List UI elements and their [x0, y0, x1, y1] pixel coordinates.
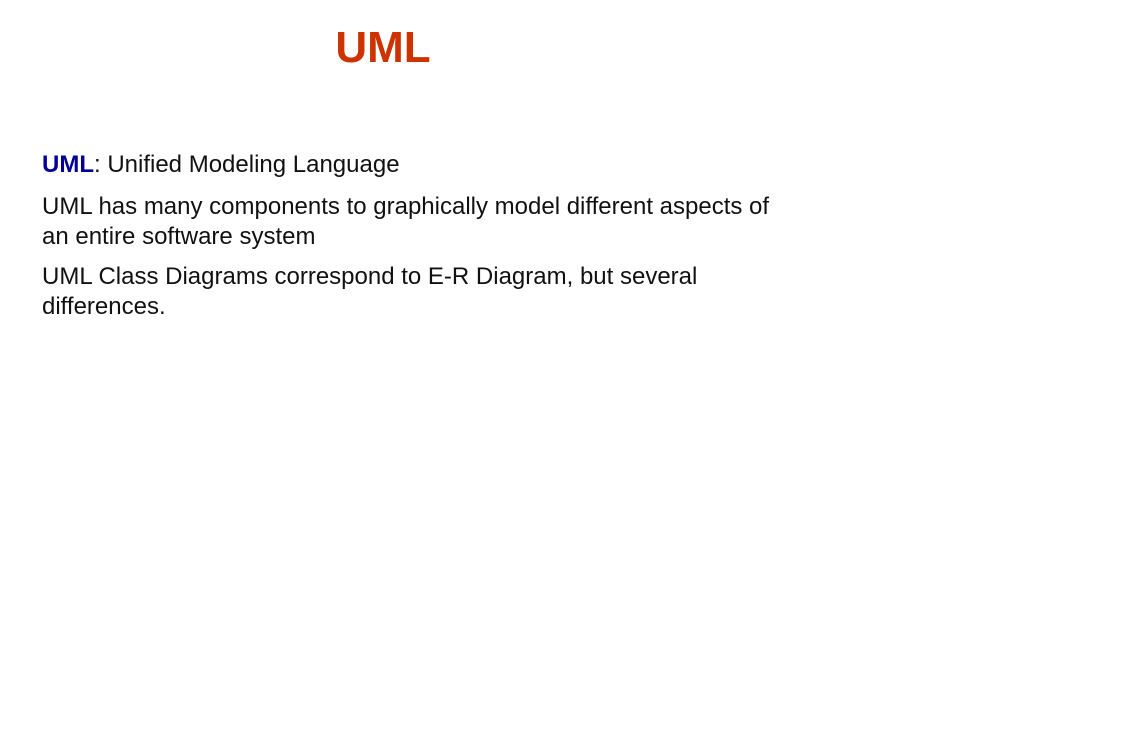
- slide: UML UML: Unified Modeling Language UML h…: [0, 0, 1121, 750]
- uml-term: UML: [42, 151, 94, 178]
- slide-title: UML: [335, 23, 431, 72]
- definition-paragraph: UML: Unified Modeling Language: [42, 150, 802, 180]
- slide-body: UML: Unified Modeling Language UML has m…: [42, 150, 802, 332]
- components-paragraph: UML has many components to graphically m…: [42, 193, 770, 250]
- definition-text: : Unified Modeling Language: [93, 151, 400, 178]
- class-diagrams-paragraph: UML Class Diagrams correspond to E-R Dia…: [42, 263, 698, 320]
